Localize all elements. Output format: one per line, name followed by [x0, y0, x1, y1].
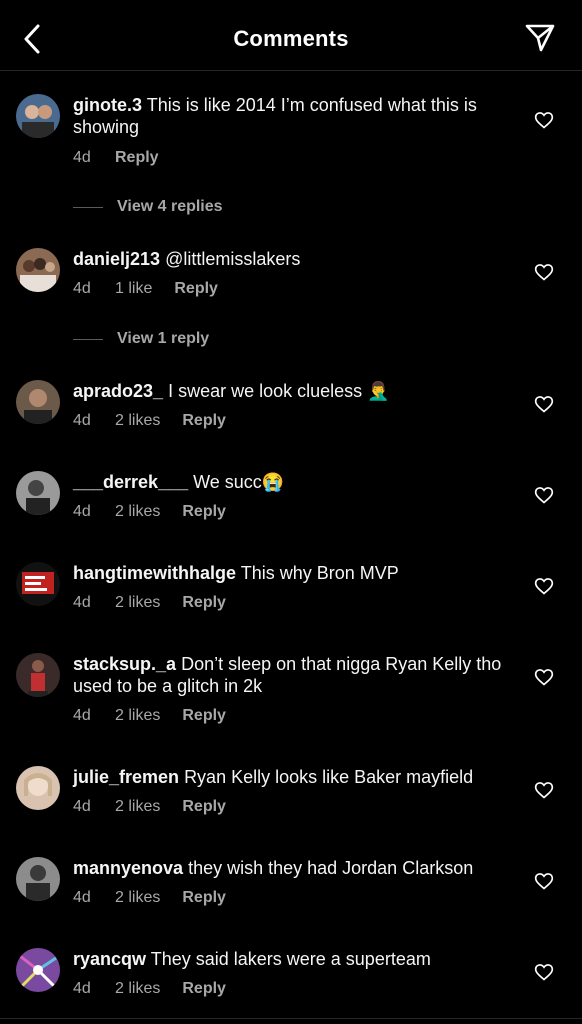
like-button[interactable] [534, 485, 554, 505]
likes-count[interactable]: 2 likes [115, 889, 160, 907]
comment-text: aprado23_ I swear we look clueless 🤦‍♂️ [73, 380, 513, 402]
divider [0, 1018, 582, 1019]
reply-button[interactable]: Reply [115, 149, 159, 167]
like-button[interactable] [534, 576, 554, 596]
comment-body: This why Bron MVP [240, 563, 399, 583]
avatar[interactable] [16, 857, 60, 901]
comment-time: 4d [73, 707, 91, 724]
comment-time: 4d [73, 149, 91, 166]
reply-button[interactable]: Reply [182, 503, 226, 521]
heart-icon [534, 782, 554, 799]
reply-button[interactable]: Reply [182, 980, 226, 998]
comment-body: We succ😭 [193, 472, 285, 492]
view-replies-label: View 4 replies [117, 198, 223, 215]
reply-button[interactable]: Reply [182, 594, 226, 612]
comment-meta: 4d 2 likes Reply [73, 594, 226, 612]
avatar[interactable] [16, 766, 60, 810]
comment-time: 4d [73, 798, 91, 815]
comment-username[interactable]: ginote.3 [73, 95, 142, 115]
reply-button[interactable]: Reply [182, 889, 226, 907]
comment-meta: 4d 2 likes Reply [73, 889, 226, 907]
comment-body: I swear we look clueless 🤦‍♂️ [168, 381, 390, 401]
like-button[interactable] [534, 394, 554, 414]
comment-body: @littlemisslakers [165, 249, 301, 269]
comment-username[interactable]: julie_fremen [73, 767, 179, 787]
share-button[interactable] [524, 22, 556, 54]
avatar[interactable] [16, 380, 60, 424]
reply-button[interactable]: Reply [174, 280, 218, 298]
likes-count[interactable]: 2 likes [115, 980, 160, 998]
comment-username[interactable]: ryancqw [73, 949, 146, 969]
avatar[interactable] [16, 562, 60, 606]
page-title: Comments [233, 26, 349, 51]
comment-time: 4d [73, 594, 91, 611]
heart-icon [534, 669, 554, 686]
comment-username[interactable]: aprado23_ [73, 381, 163, 401]
comment-text: ryancqw They said lakers were a supertea… [73, 948, 513, 970]
comment-text: mannyenova they wish they had Jordan Cla… [73, 857, 513, 879]
view-replies-button[interactable]: View 4 replies [73, 198, 223, 216]
comment-meta: 4d Reply [73, 149, 159, 167]
comment-username[interactable]: ___derrek___ [73, 472, 188, 492]
heart-icon [534, 873, 554, 890]
comment-meta: 4d 2 likes Reply [73, 980, 226, 998]
comment-meta: 4d 1 like Reply [73, 280, 218, 298]
likes-count[interactable]: 2 likes [115, 503, 160, 521]
reply-button[interactable]: Reply [182, 412, 226, 430]
heart-icon [534, 112, 554, 129]
comment-text: hangtimewithhalge This why Bron MVP [73, 562, 513, 584]
comment-text: julie_fremen Ryan Kelly looks like Baker… [73, 766, 513, 788]
avatar[interactable] [16, 94, 60, 138]
comment-time: 4d [73, 280, 91, 297]
send-icon [525, 24, 555, 52]
comment-meta: 4d 2 likes Reply [73, 707, 226, 725]
likes-count[interactable]: 1 like [115, 280, 152, 298]
comment-meta: 4d 2 likes Reply [73, 503, 226, 521]
comment-time: 4d [73, 503, 91, 520]
likes-count[interactable]: 2 likes [115, 798, 160, 816]
comment-time: 4d [73, 889, 91, 906]
heart-icon [534, 964, 554, 981]
like-button[interactable] [534, 871, 554, 891]
comment-text: ginote.3 This is like 2014 I’m confused … [73, 94, 513, 138]
heart-icon [534, 578, 554, 595]
comment-body: they wish they had Jordan Clarkson [188, 858, 474, 878]
divider [73, 206, 103, 208]
comment-username[interactable]: mannyenova [73, 858, 183, 878]
view-replies-label: View 1 reply [117, 330, 210, 347]
comment-username[interactable]: stacksup._a [73, 654, 176, 674]
comment-text: stacksup._a Don’t sleep on that nigga Ry… [73, 653, 513, 697]
comment-body: They said lakers were a superteam [150, 949, 431, 969]
comment-time: 4d [73, 412, 91, 429]
like-button[interactable] [534, 667, 554, 687]
avatar[interactable] [16, 653, 60, 697]
avatar[interactable] [16, 948, 60, 992]
comment-time: 4d [73, 980, 91, 997]
heart-icon [534, 264, 554, 281]
comment-text: danielj213 @littlemisslakers [73, 248, 513, 270]
heart-icon [534, 396, 554, 413]
comment-body: Ryan Kelly looks like Baker mayfield [184, 767, 474, 787]
comment-meta: 4d 2 likes Reply [73, 798, 226, 816]
like-button[interactable] [534, 262, 554, 282]
avatar[interactable] [16, 248, 60, 292]
reply-button[interactable]: Reply [182, 707, 226, 725]
view-replies-button[interactable]: View 1 reply [73, 330, 209, 348]
like-button[interactable] [534, 962, 554, 982]
likes-count[interactable]: 2 likes [115, 707, 160, 725]
reply-button[interactable]: Reply [182, 798, 226, 816]
avatar[interactable] [16, 471, 60, 515]
comment-meta: 4d 2 likes Reply [73, 412, 226, 430]
comment-text: ___derrek___ We succ😭 [73, 471, 513, 493]
comment-username[interactable]: danielj213 [73, 249, 160, 269]
likes-count[interactable]: 2 likes [115, 412, 160, 430]
likes-count[interactable]: 2 likes [115, 594, 160, 612]
heart-icon [534, 487, 554, 504]
like-button[interactable] [534, 110, 554, 130]
comment-username[interactable]: hangtimewithhalge [73, 563, 236, 583]
like-button[interactable] [534, 780, 554, 800]
header-bar: Comments [0, 0, 582, 71]
divider [73, 338, 103, 340]
